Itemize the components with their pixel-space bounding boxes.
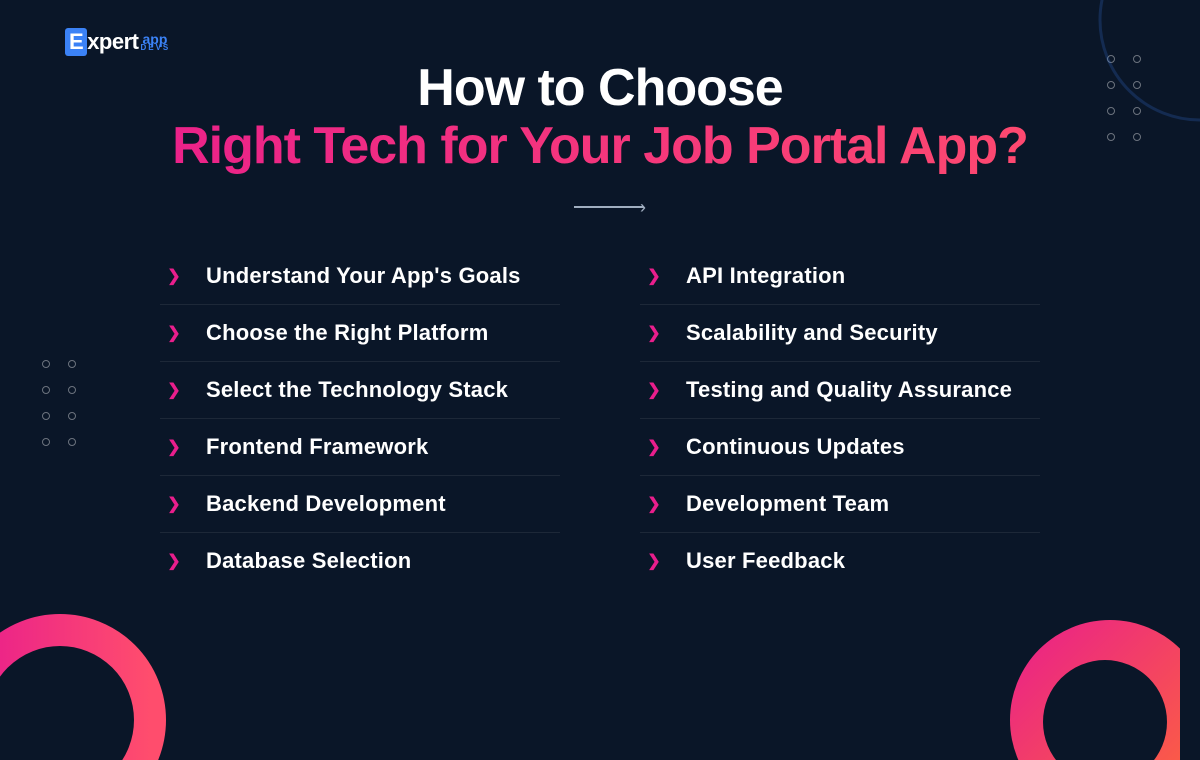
chevron-icon: ❯ xyxy=(160,433,188,461)
right-column: ❯ API Integration ❯ Scalability and Secu… xyxy=(640,248,1040,589)
page-header: How to Choose Right Tech for Your Job Po… xyxy=(80,0,1120,177)
list-item-wrapper: ❯ Continuous Updates xyxy=(640,419,1040,476)
item-text: Choose the Right Platform xyxy=(206,320,488,346)
chevron-icon: ❯ xyxy=(640,433,668,461)
header-line2: Right Tech for Your Job Portal App? xyxy=(80,117,1120,177)
item-text: Frontend Framework xyxy=(206,434,428,460)
list-item: ❯ Choose the Right Platform xyxy=(160,305,560,361)
list-item-wrapper: ❯ Database Selection xyxy=(160,533,560,589)
list-item: ❯ Frontend Framework xyxy=(160,419,560,475)
chevron-icon: ❯ xyxy=(160,376,188,404)
circle-bottom-right xyxy=(950,560,1180,760)
list-item-wrapper: ❯ Understand Your App's Goals xyxy=(160,248,560,305)
item-text: Backend Development xyxy=(206,491,446,517)
item-text: Testing and Quality Assurance xyxy=(686,377,1012,403)
list-item: ❯ Understand Your App's Goals xyxy=(160,248,560,304)
list-item: ❯ Select the Technology Stack xyxy=(160,362,560,418)
arrow-decoration: › xyxy=(100,197,1120,218)
list-item: ❯ Database Selection xyxy=(160,533,560,589)
left-column: ❯ Understand Your App's Goals ❯ Choose t… xyxy=(160,248,560,589)
list-item-wrapper: ❯ Development Team xyxy=(640,476,1040,533)
list-item-wrapper: ❯ Select the Technology Stack xyxy=(160,362,560,419)
list-item: ❯ API Integration xyxy=(640,248,1040,304)
item-text: Continuous Updates xyxy=(686,434,905,460)
chevron-icon: ❯ xyxy=(160,262,188,290)
list-item-wrapper: ❯ Scalability and Security xyxy=(640,305,1040,362)
list-item: ❯ Backend Development xyxy=(160,476,560,532)
item-text: Development Team xyxy=(686,491,889,517)
item-text: Scalability and Security xyxy=(686,320,938,346)
list-item: ❯ Scalability and Security xyxy=(640,305,1040,361)
list-item-wrapper: ❯ API Integration xyxy=(640,248,1040,305)
list-item-wrapper: ❯ User Feedback xyxy=(640,533,1040,589)
list-item: ❯ Development Team xyxy=(640,476,1040,532)
list-item: ❯ Testing and Quality Assurance xyxy=(640,362,1040,418)
list-item: ❯ User Feedback xyxy=(640,533,1040,589)
chevron-icon: ❯ xyxy=(640,262,668,290)
chevron-icon: ❯ xyxy=(160,319,188,347)
item-text: User Feedback xyxy=(686,548,845,574)
list-item-wrapper: ❯ Choose the Right Platform xyxy=(160,305,560,362)
chevron-icon: ❯ xyxy=(640,376,668,404)
chevron-icon: ❯ xyxy=(640,547,668,575)
header-line1: How to Choose xyxy=(80,60,1120,117)
chevron-icon: ❯ xyxy=(640,490,668,518)
arrow-head: › xyxy=(640,197,646,218)
item-text: API Integration xyxy=(686,263,845,289)
chevron-icon: ❯ xyxy=(160,547,188,575)
items-grid: ❯ Understand Your App's Goals ❯ Choose t… xyxy=(80,248,1120,589)
list-item: ❯ Continuous Updates xyxy=(640,419,1040,475)
list-item-wrapper: ❯ Testing and Quality Assurance xyxy=(640,362,1040,419)
list-item-wrapper: ❯ Backend Development xyxy=(160,476,560,533)
item-text: Database Selection xyxy=(206,548,411,574)
list-item-wrapper: ❯ Frontend Framework xyxy=(160,419,560,476)
arrow-line xyxy=(574,206,644,208)
chevron-icon: ❯ xyxy=(160,490,188,518)
chevron-icon: ❯ xyxy=(640,319,668,347)
item-text: Select the Technology Stack xyxy=(206,377,508,403)
item-text: Understand Your App's Goals xyxy=(206,263,521,289)
